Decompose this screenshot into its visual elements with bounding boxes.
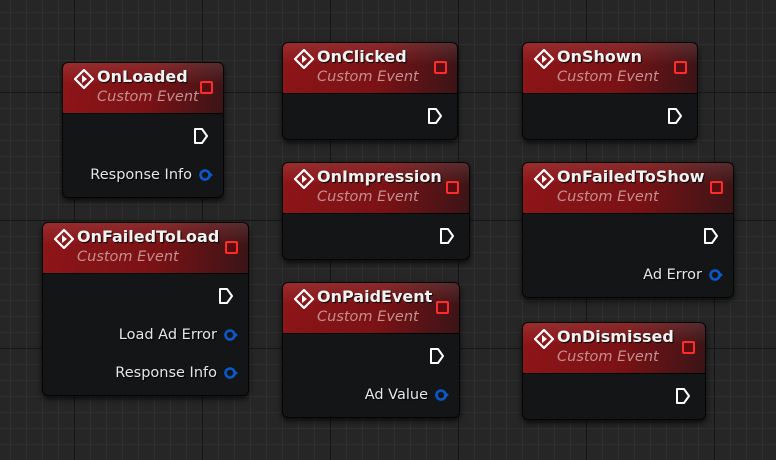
node-title: OnFailedToLoad <box>77 227 220 246</box>
node-subtitle: Custom Event <box>317 309 419 325</box>
node-on-dismissed[interactable]: OnDismissed Custom Event <box>522 322 706 420</box>
node-on-impression[interactable]: OnImpression Custom Event <box>282 162 470 260</box>
event-diamond-icon <box>534 169 554 189</box>
struct-data-pin-icon[interactable] <box>709 269 723 281</box>
node-header[interactable]: OnClicked Custom Event <box>283 43 457 94</box>
event-diamond-icon <box>74 69 94 89</box>
exec-output-pin-icon[interactable] <box>439 227 455 245</box>
node-on-failed-to-show[interactable]: OnFailedToShow Custom Event Ad Error <box>522 162 734 298</box>
output-pin-ad-error[interactable]: Ad Error <box>643 267 723 283</box>
output-pin-load-ad-error[interactable]: Load Ad Error <box>119 327 238 343</box>
node-title: OnFailedToShow <box>557 167 705 186</box>
pin-label: Ad Error <box>643 267 702 283</box>
node-subtitle: Custom Event <box>557 349 659 365</box>
output-pin-response-info[interactable]: Response Info <box>115 365 238 381</box>
pin-label: Response Info <box>115 365 217 381</box>
struct-data-pin-icon[interactable] <box>224 329 238 341</box>
output-pin-response-info[interactable]: Response Info <box>90 167 213 183</box>
node-on-clicked[interactable]: OnClicked Custom Event <box>282 42 458 140</box>
node-subtitle: Custom Event <box>97 89 199 105</box>
node-on-failed-to-load[interactable]: OnFailedToLoad Custom Event Load Ad Erro… <box>42 222 249 396</box>
node-header[interactable]: OnPaidEvent Custom Event <box>283 283 459 334</box>
delegate-pin-icon[interactable] <box>436 301 449 314</box>
node-header[interactable]: OnDismissed Custom Event <box>523 323 705 374</box>
delegate-pin-icon[interactable] <box>200 81 213 94</box>
exec-output-pin-icon[interactable] <box>218 287 234 305</box>
pin-label: Ad Value <box>364 387 428 403</box>
struct-data-pin-icon[interactable] <box>435 389 449 401</box>
node-subtitle: Custom Event <box>317 189 419 205</box>
delegate-pin-icon[interactable] <box>682 341 695 354</box>
output-pin-ad-value[interactable]: Ad Value <box>365 387 449 403</box>
node-on-paid-event[interactable]: OnPaidEvent Custom Event Ad Value <box>282 282 460 418</box>
node-subtitle: Custom Event <box>317 69 419 85</box>
node-title: OnDismissed <box>557 327 674 346</box>
struct-data-pin-icon[interactable] <box>199 169 213 181</box>
node-title: OnLoaded <box>97 67 188 86</box>
node-title: OnShown <box>557 47 643 66</box>
exec-output-pin-icon[interactable] <box>429 347 445 365</box>
node-title: OnPaidEvent <box>317 287 433 306</box>
exec-output-pin-icon[interactable] <box>675 387 691 405</box>
node-subtitle: Custom Event <box>557 189 659 205</box>
exec-output-pin-icon[interactable] <box>193 127 209 145</box>
node-header[interactable]: OnLoaded Custom Event <box>63 63 223 114</box>
struct-data-pin-icon[interactable] <box>224 367 238 379</box>
event-diamond-icon <box>534 329 554 349</box>
exec-output-pin-icon[interactable] <box>427 107 443 125</box>
pin-label: Response Info <box>90 167 192 183</box>
delegate-pin-icon[interactable] <box>674 61 687 74</box>
exec-output-pin-icon[interactable] <box>667 107 683 125</box>
node-title: OnImpression <box>317 167 442 186</box>
event-diamond-icon <box>294 289 314 309</box>
node-header[interactable]: OnImpression Custom Event <box>283 163 469 214</box>
node-title: OnClicked <box>317 47 407 66</box>
event-diamond-icon <box>534 49 554 69</box>
delegate-pin-icon[interactable] <box>225 241 238 254</box>
node-on-shown[interactable]: OnShown Custom Event <box>522 42 698 140</box>
node-subtitle: Custom Event <box>557 69 659 85</box>
delegate-pin-icon[interactable] <box>710 181 723 194</box>
node-header[interactable]: OnFailedToLoad Custom Event <box>43 223 248 274</box>
node-on-loaded[interactable]: OnLoaded Custom Event Response Info <box>62 62 224 198</box>
delegate-pin-icon[interactable] <box>434 61 447 74</box>
event-diamond-icon <box>294 49 314 69</box>
node-header[interactable]: OnShown Custom Event <box>523 43 697 94</box>
delegate-pin-icon[interactable] <box>446 181 459 194</box>
exec-output-pin-icon[interactable] <box>703 227 719 245</box>
node-subtitle: Custom Event <box>77 249 179 265</box>
node-header[interactable]: OnFailedToShow Custom Event <box>523 163 733 214</box>
pin-label: Load Ad Error <box>118 327 217 343</box>
event-diamond-icon <box>294 169 314 189</box>
event-diamond-icon <box>54 229 74 249</box>
